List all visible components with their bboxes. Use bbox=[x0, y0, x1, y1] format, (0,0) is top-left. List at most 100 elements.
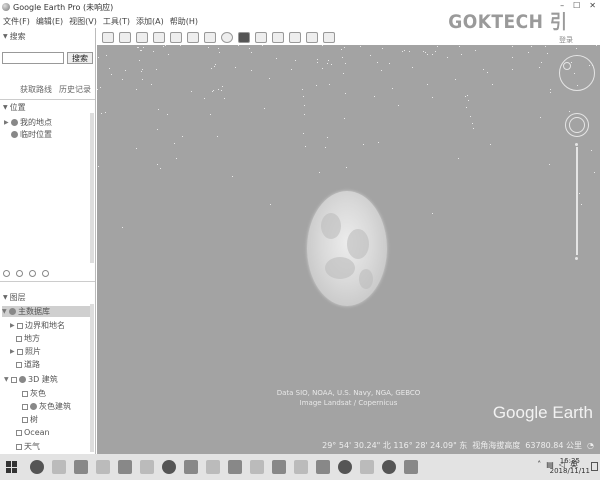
layer-checkbox[interactable] bbox=[11, 376, 17, 383]
tab-history[interactable]: 历史记录 bbox=[59, 84, 91, 95]
north-up-icon[interactable] bbox=[563, 62, 571, 70]
search-button[interactable]: 搜索 bbox=[67, 52, 93, 64]
tab-directions[interactable]: 获取路线 bbox=[20, 84, 52, 95]
menu-add[interactable]: 添加(A) bbox=[136, 16, 164, 27]
menu-tools[interactable]: 工具(T) bbox=[103, 16, 130, 27]
planets-icon[interactable] bbox=[238, 31, 250, 43]
star bbox=[360, 46, 361, 47]
layer-item[interactable]: 树 bbox=[22, 414, 38, 425]
places-item-my-places[interactable]: ▶ 我的地点 bbox=[4, 117, 52, 128]
layer-checkbox[interactable] bbox=[16, 443, 22, 450]
chevron-up-icon[interactable]: ˄ bbox=[537, 460, 541, 469]
notification-icon[interactable] bbox=[591, 462, 598, 471]
layer-checkbox[interactable] bbox=[22, 403, 28, 410]
places-scrollbar[interactable] bbox=[90, 113, 94, 263]
cortana-icon[interactable] bbox=[30, 460, 44, 474]
layer-item[interactable]: ▶ 照片 bbox=[10, 346, 41, 357]
app-icon[interactable] bbox=[360, 460, 374, 474]
system-clock[interactable]: 16:35 2018/11/11 bbox=[550, 456, 590, 476]
layer-item[interactable]: 道路 bbox=[16, 359, 40, 370]
layer-item[interactable]: ▼ 主数据库 bbox=[2, 306, 90, 317]
app-icon[interactable] bbox=[228, 460, 242, 474]
layer-item[interactable]: ▶ 边界和地名 bbox=[10, 320, 65, 331]
layer-item[interactable]: 天气 bbox=[16, 441, 40, 452]
app-icon[interactable] bbox=[272, 460, 286, 474]
star bbox=[139, 60, 140, 61]
ruler-icon[interactable] bbox=[255, 31, 267, 43]
star bbox=[232, 176, 233, 177]
layer-item[interactable]: 地方 bbox=[16, 333, 40, 344]
app-icon[interactable] bbox=[294, 460, 308, 474]
close-button[interactable]: ✕ bbox=[589, 1, 596, 10]
zoom-out-icon[interactable] bbox=[575, 257, 578, 260]
places-item-temporary[interactable]: 临时位置 bbox=[11, 129, 52, 140]
sign-in-link[interactable]: 登录 bbox=[559, 35, 573, 45]
layer-item[interactable]: 灰色建筑 bbox=[22, 401, 71, 412]
expand-arrow-icon[interactable]: ▶ bbox=[10, 322, 15, 329]
layers-scrollbar[interactable] bbox=[90, 304, 94, 452]
store-icon[interactable] bbox=[96, 460, 110, 474]
app-icon[interactable] bbox=[404, 460, 418, 474]
view-in-maps-icon[interactable] bbox=[323, 31, 335, 43]
layer-checkbox[interactable] bbox=[22, 390, 28, 397]
menu-help[interactable]: 帮助(H) bbox=[170, 16, 198, 27]
historical-imagery-icon[interactable] bbox=[204, 31, 216, 43]
record-tour-icon[interactable] bbox=[187, 31, 199, 43]
add-placemark-icon[interactable] bbox=[119, 31, 131, 43]
expand-arrow-icon[interactable]: ▼ bbox=[2, 308, 7, 315]
search-panel-title: 搜索 bbox=[9, 31, 26, 41]
layers-panel-header[interactable]: ▼ 图层 bbox=[0, 291, 26, 303]
menu-view[interactable]: 视图(V) bbox=[69, 16, 97, 27]
app-icon[interactable] bbox=[118, 460, 132, 474]
sunlight-icon[interactable] bbox=[221, 31, 233, 43]
app-icon[interactable] bbox=[250, 460, 264, 474]
look-compass-icon[interactable] bbox=[559, 55, 595, 91]
layer-checkbox[interactable] bbox=[16, 429, 22, 436]
app-icon[interactable] bbox=[140, 460, 154, 474]
earth-globe[interactable] bbox=[307, 191, 387, 306]
google-earth-taskbar-icon[interactable] bbox=[382, 460, 396, 474]
layer-checkbox[interactable] bbox=[17, 322, 23, 329]
app-icon[interactable] bbox=[338, 460, 352, 474]
sidebar-toggle-icon[interactable] bbox=[102, 31, 114, 43]
layer-checkbox[interactable] bbox=[16, 361, 22, 368]
folder-icon[interactable] bbox=[42, 270, 49, 277]
search-icon[interactable] bbox=[3, 270, 10, 277]
app-icon[interactable] bbox=[184, 460, 198, 474]
layer-item[interactable]: ▼ 3D 建筑 bbox=[4, 374, 58, 385]
layer-checkbox[interactable] bbox=[22, 416, 28, 423]
explorer-icon[interactable] bbox=[74, 460, 88, 474]
app-icon[interactable] bbox=[206, 460, 220, 474]
status-eye-alt-value: 63780.84 公里 bbox=[525, 440, 583, 450]
chrome-icon[interactable] bbox=[162, 460, 176, 474]
add-polygon-icon[interactable] bbox=[136, 31, 148, 43]
menu-edit[interactable]: 编辑(E) bbox=[36, 16, 63, 27]
layer-item[interactable]: 灰色 bbox=[22, 388, 46, 399]
places-panel-header[interactable]: ▼ 位置 bbox=[0, 101, 26, 113]
expand-arrow-icon[interactable]: ▼ bbox=[4, 376, 9, 383]
search-input[interactable] bbox=[2, 52, 64, 64]
up-arrow-icon[interactable] bbox=[16, 270, 23, 277]
task-view-icon[interactable] bbox=[52, 460, 66, 474]
zoom-slider[interactable] bbox=[576, 147, 578, 255]
email-icon[interactable] bbox=[272, 31, 284, 43]
search-panel-header[interactable]: ▼ 搜索 bbox=[0, 30, 26, 42]
save-image-icon[interactable] bbox=[306, 31, 318, 43]
map-view[interactable]: Data SIO, NOAA, U.S. Navy, NGA, GEBCO Im… bbox=[97, 45, 600, 454]
expand-arrow-icon[interactable]: ▶ bbox=[4, 119, 9, 126]
star bbox=[304, 114, 305, 115]
windows-start-icon[interactable] bbox=[6, 461, 18, 473]
maximize-button[interactable]: ☐ bbox=[573, 1, 580, 10]
print-icon[interactable] bbox=[289, 31, 301, 43]
star bbox=[221, 90, 222, 91]
menu-file[interactable]: 文件(F) bbox=[3, 16, 30, 27]
down-arrow-icon[interactable] bbox=[29, 270, 36, 277]
expand-arrow-icon[interactable]: ▶ bbox=[10, 348, 15, 355]
app-icon[interactable] bbox=[316, 460, 330, 474]
add-overlay-icon[interactable] bbox=[170, 31, 182, 43]
layer-checkbox[interactable] bbox=[17, 348, 23, 355]
zoom-in-icon[interactable] bbox=[575, 143, 578, 146]
layer-item[interactable]: Ocean bbox=[16, 428, 50, 437]
layer-checkbox[interactable] bbox=[16, 335, 22, 342]
add-path-icon[interactable] bbox=[153, 31, 165, 43]
